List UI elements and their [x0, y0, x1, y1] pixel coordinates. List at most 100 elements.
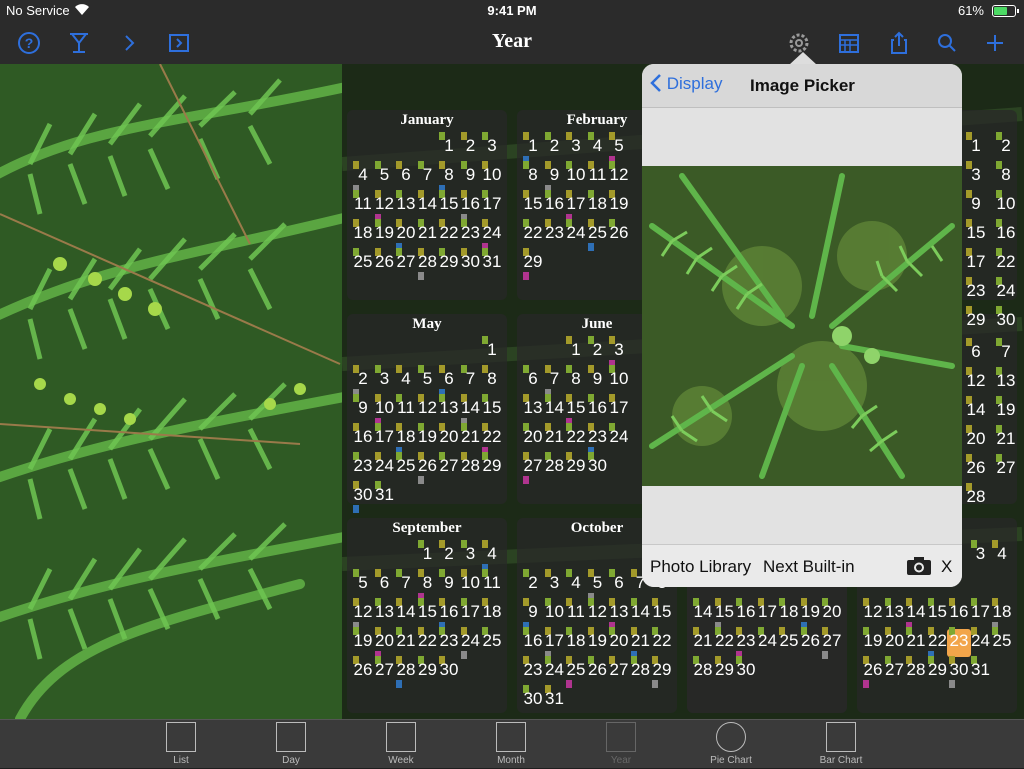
day-cell[interactable]: 22	[713, 627, 737, 657]
day-cell[interactable]: 16	[734, 598, 758, 628]
day-cell[interactable]: 23	[947, 627, 971, 657]
day-cell[interactable]: 27	[373, 656, 397, 686]
day-cell[interactable]: 21	[629, 627, 653, 659]
day-cell[interactable]: 20	[607, 627, 631, 657]
day-cell[interactable]: 5	[586, 569, 610, 601]
day-cell[interactable]: 21	[691, 627, 715, 657]
day-cell[interactable]: 10	[543, 598, 567, 628]
day-cell[interactable]: 26	[861, 656, 885, 688]
day-cell[interactable]: 26	[799, 627, 823, 657]
day-cell[interactable]: 12	[607, 161, 631, 191]
day-cell[interactable]: 13	[883, 598, 907, 628]
day-cell[interactable]: 16	[351, 423, 375, 453]
day-cell[interactable]: 20	[394, 219, 418, 251]
day-cell[interactable]: 21	[994, 425, 1018, 455]
tab-list[interactable]: List	[141, 720, 221, 769]
day-cell[interactable]: 8	[480, 365, 504, 395]
day-cell[interactable]: 20	[521, 423, 545, 453]
day-cell[interactable]: 29	[713, 656, 737, 686]
day-cell[interactable]: 20	[883, 627, 907, 657]
close-button[interactable]: X	[941, 557, 952, 577]
day-cell[interactable]: 28	[904, 656, 928, 686]
day-cell[interactable]: 23	[543, 219, 567, 249]
day-cell[interactable]: 12	[351, 598, 375, 630]
back-button[interactable]: Display	[650, 74, 722, 94]
day-cell[interactable]: 9	[543, 161, 567, 193]
day-cell[interactable]: 17	[964, 248, 988, 278]
day-cell[interactable]: 30	[586, 452, 610, 482]
day-cell[interactable]: 3	[373, 365, 397, 395]
day-cell[interactable]: 14	[904, 598, 928, 630]
day-cell[interactable]: 2	[351, 365, 375, 397]
day-cell[interactable]: 13	[994, 367, 1018, 397]
day-cell[interactable]: 6	[521, 365, 545, 395]
calendar-icon[interactable]	[834, 28, 864, 58]
day-cell[interactable]: 23	[351, 452, 375, 482]
day-cell[interactable]: 11	[564, 598, 588, 628]
day-cell[interactable]: 28	[416, 248, 440, 280]
day-cell[interactable]: 1	[521, 132, 545, 164]
day-cell[interactable]: 29	[416, 656, 440, 686]
day-cell[interactable]: 17	[459, 598, 483, 628]
day-cell[interactable]: 9	[586, 365, 610, 395]
day-cell[interactable]: 25	[351, 248, 375, 278]
day-cell[interactable]: 21	[904, 627, 928, 657]
day-cell[interactable]: 29	[650, 656, 674, 688]
day-cell[interactable]: 18	[351, 219, 375, 249]
day-cell[interactable]: 9	[521, 598, 545, 630]
day-cell[interactable]: 23	[964, 277, 988, 307]
day-cell[interactable]: 9	[437, 569, 461, 599]
day-cell[interactable]: 25	[586, 219, 610, 251]
photo-library-button[interactable]: Photo Library	[650, 557, 751, 577]
day-cell[interactable]: 16	[543, 190, 567, 220]
day-cell[interactable]: 10	[607, 365, 631, 395]
day-cell[interactable]: 5	[607, 132, 631, 164]
day-cell[interactable]: 20	[437, 423, 461, 453]
day-cell[interactable]: 14	[691, 598, 715, 628]
day-cell[interactable]: 15	[964, 219, 988, 249]
day-cell[interactable]: 14	[416, 190, 440, 220]
day-cell[interactable]: 30	[437, 656, 461, 686]
day-cell[interactable]: 11	[586, 161, 610, 191]
day-cell[interactable]: 26	[416, 452, 440, 484]
day-cell[interactable]: 24	[543, 656, 567, 686]
day-cell[interactable]: 13	[607, 598, 631, 630]
day-cell[interactable]: 20	[964, 425, 988, 455]
day-cell[interactable]: 16	[994, 219, 1018, 249]
day-cell[interactable]: 17	[969, 598, 993, 628]
day-cell[interactable]: 18	[480, 598, 504, 628]
day-cell[interactable]: 30	[994, 306, 1018, 336]
share-icon[interactable]	[884, 28, 914, 58]
day-cell[interactable]: 27	[820, 627, 844, 659]
day-cell[interactable]: 7	[459, 365, 483, 395]
day-cell[interactable]: 19	[586, 627, 610, 657]
next-builtin-button[interactable]: Next Built-in	[763, 557, 855, 577]
day-cell[interactable]: 27	[607, 656, 631, 686]
day-cell[interactable]: 2	[521, 569, 545, 599]
day-cell[interactable]: 23	[586, 423, 610, 455]
day-cell[interactable]: 17	[543, 627, 567, 659]
day-cell[interactable]: 25	[990, 627, 1014, 657]
tab-pie-chart[interactable]: Pie Chart	[691, 720, 771, 769]
day-cell[interactable]: 19	[607, 190, 631, 220]
camera-icon[interactable]	[906, 556, 932, 576]
day-cell[interactable]: 10	[373, 394, 397, 426]
day-cell[interactable]: 21	[459, 423, 483, 453]
day-cell[interactable]: 22	[521, 219, 545, 249]
day-cell[interactable]: 29	[564, 452, 588, 482]
day-cell[interactable]: 3	[543, 569, 567, 599]
day-cell[interactable]: 29	[437, 248, 461, 278]
tab-year[interactable]: Year	[581, 720, 661, 769]
day-cell[interactable]: 22	[994, 248, 1018, 278]
day-cell[interactable]: 30	[351, 481, 375, 513]
day-cell[interactable]: 23	[459, 219, 483, 249]
day-cell[interactable]: 13	[394, 190, 418, 220]
day-cell[interactable]: 4	[394, 365, 418, 395]
tab-bar-chart[interactable]: Bar Chart	[801, 720, 881, 769]
day-cell[interactable]: 27	[521, 452, 545, 484]
day-cell[interactable]: 7	[994, 338, 1018, 368]
day-cell[interactable]: 15	[521, 190, 545, 220]
day-cell[interactable]: 31	[480, 248, 504, 278]
day-cell[interactable]: 19	[994, 396, 1018, 426]
day-cell[interactable]: 22	[650, 627, 674, 657]
